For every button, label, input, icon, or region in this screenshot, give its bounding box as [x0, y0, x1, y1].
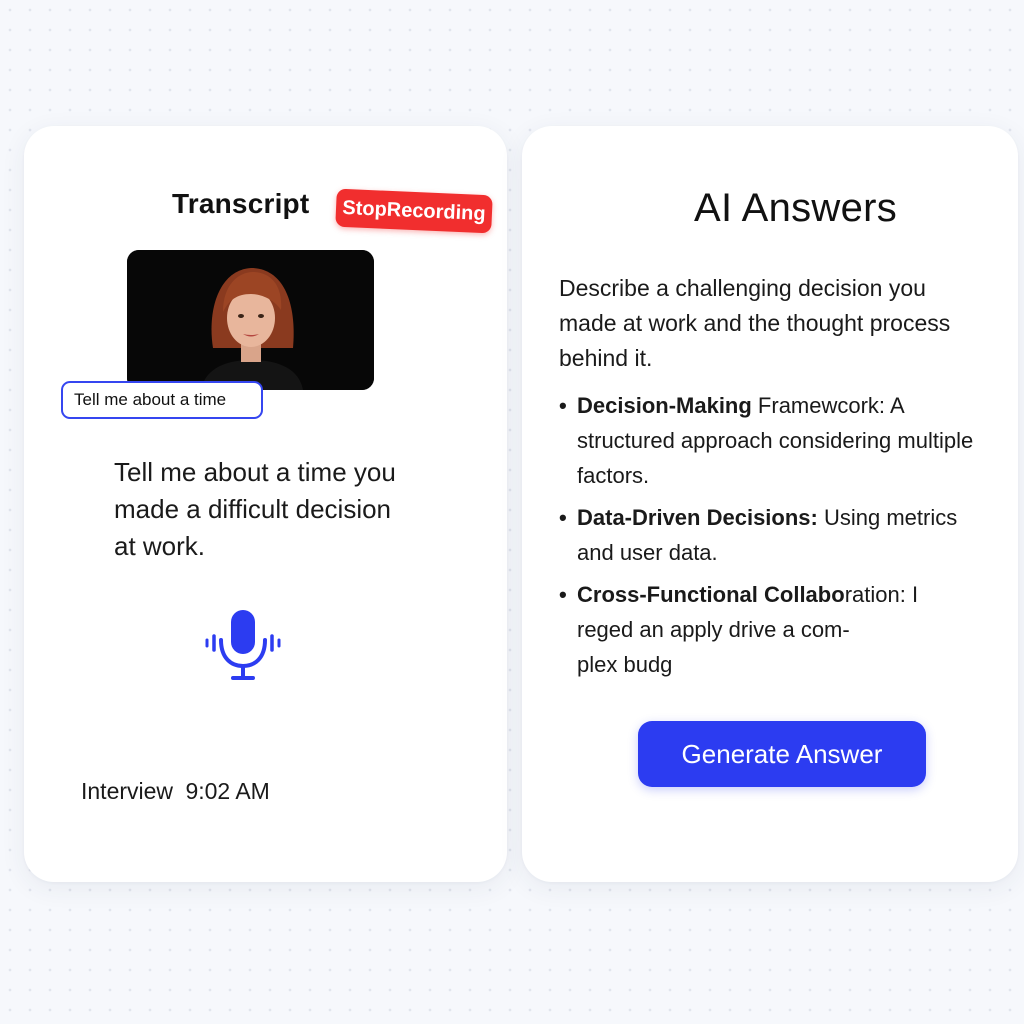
bullet-text-line-2: reged an apply drive a com-: [577, 617, 850, 642]
video-feed: [127, 250, 374, 390]
answers-title: AI Answers: [694, 186, 898, 230]
bullet-heading: Decision-Making: [577, 393, 752, 418]
bullet-text: ration: I: [844, 582, 919, 607]
interview-timestamp: Interview 9:02 AM: [81, 778, 270, 805]
answer-prompt: Describe a challenging decision you made…: [559, 275, 951, 371]
microphone-icon[interactable]: [204, 608, 282, 682]
bullet-text-line-3: plex budg: [577, 652, 673, 677]
bullet-heading: Cross-Functional Collabo: [577, 582, 845, 607]
interviewee-portrait: [127, 250, 374, 390]
answer-bullet-list: Decision-Making Framewcork: A structured…: [559, 388, 999, 682]
generate-answer-button[interactable]: Generate Answer: [638, 721, 926, 787]
answer-bullet-3: Cross-Functional Collaboration: I reged …: [559, 577, 999, 682]
transcript-panel: Transcript StopRecording Tell me about a…: [24, 126, 507, 882]
interview-time: 9:02 AM: [185, 778, 270, 804]
stop-recording-button[interactable]: StopRecording: [335, 188, 493, 234]
ai-answers-panel: AI Answers Describe a challenging decisi…: [522, 126, 1018, 882]
interview-label: Interview: [81, 778, 174, 804]
answer-bullet-1: Decision-Making Framewcork: A structured…: [559, 388, 999, 493]
bullet-heading: Data-Driven Decisions:: [577, 505, 818, 530]
caption-chip[interactable]: Tell me about a time: [61, 381, 263, 419]
transcript-question: Tell me about a time you made a difficul…: [114, 457, 396, 561]
answer-bullet-2: Data-Driven Decisions: Using metrics and…: [559, 500, 999, 570]
transcript-title: Transcript: [172, 188, 310, 219]
